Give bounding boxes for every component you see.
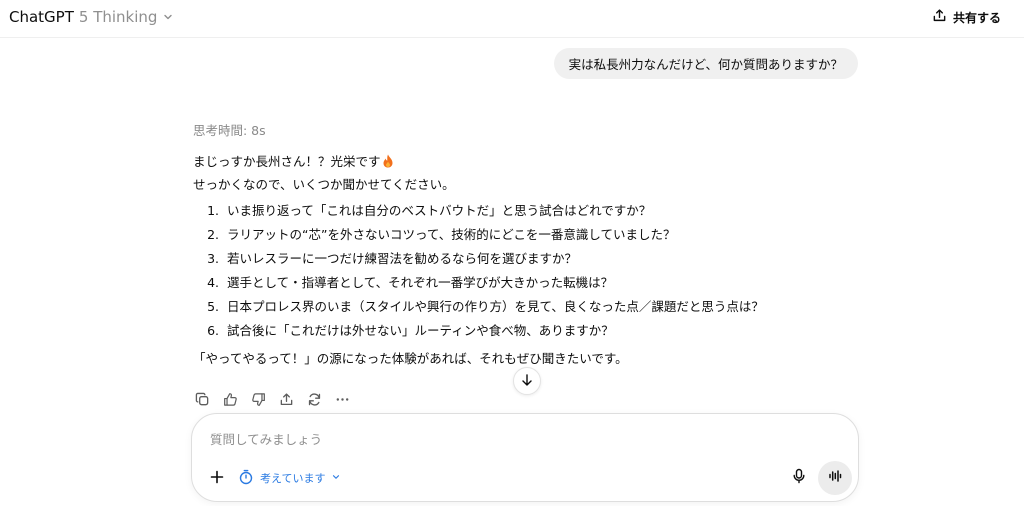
microphone-icon (791, 468, 807, 488)
list-text: 試合後に「これだけは外せない」ルーティンや食べ物、ありますか？ (227, 323, 614, 338)
question-list: 1. いま振り返って「これは自分のベストバウトだ」と思う試合はどれですか？ 2. ラ… (193, 199, 833, 343)
thumbs-up-icon (223, 392, 238, 411)
list-text: 日本プロレス界のいま（スタイルや興行の作り方）を見て、良くなった点／課題だと思う… (227, 299, 764, 314)
user-message-text: 実は私長州力なんだけど、何か質問ありますか？ (568, 57, 843, 72)
thumbs-up-button[interactable] (220, 391, 240, 411)
thinking-time[interactable]: 思考時間: 8s (193, 120, 266, 139)
chevron-down-icon (162, 8, 174, 27)
list-item: 5. 日本プロレス界のいま（スタイルや興行の作り方）を見て、良くなった点／課題だと… (193, 295, 833, 319)
dictation-button[interactable] (788, 467, 810, 489)
thinking-mode-label: 考えています (260, 472, 326, 485)
fire-icon (382, 153, 394, 174)
model-name: 5 Thinking (78, 8, 158, 26)
thinking-mode-button[interactable]: 考えています (238, 467, 341, 489)
list-text: 若いレスラーに一つだけ練習法を勧めるなら何を選びますか？ (227, 251, 578, 266)
add-attachment-button[interactable] (206, 467, 228, 489)
list-item: 2. ラリアットの“芯”を外さないコツって、技術的にどこを一番意識していました？ (193, 223, 833, 247)
top-bar: ChatGPT 5 Thinking 共有する (0, 0, 1024, 38)
thumbs-down-icon (251, 392, 266, 411)
list-number: 4. (207, 275, 219, 290)
list-number: 3. (207, 251, 219, 266)
voice-mode-button[interactable] (818, 461, 852, 495)
message-actions (192, 391, 352, 411)
greeting-line: まじっすか長州さん！？光栄です (193, 151, 833, 174)
share-icon (279, 392, 294, 411)
copy-button[interactable] (192, 391, 212, 411)
more-button[interactable] (332, 391, 352, 411)
chevron-down-icon (331, 472, 341, 485)
brand-name: ChatGPT (9, 8, 74, 26)
closing-line: 「やってやるって！」の源になった体験があれば、それもぜひ聞きたいです。 (193, 351, 628, 366)
plus-icon (210, 469, 224, 488)
arrow-down-icon (520, 372, 534, 391)
greeting-text: まじっすか長州さん！？光栄です (193, 154, 381, 169)
list-number: 6. (207, 323, 219, 338)
list-item: 1. いま振り返って「これは自分のベストバウトだ」と思う試合はどれですか？ (193, 199, 833, 223)
model-switcher[interactable]: ChatGPT 5 Thinking (9, 6, 174, 28)
scroll-down-button[interactable] (513, 367, 541, 395)
waveform-icon (827, 468, 843, 488)
list-item: 6. 試合後に「これだけは外せない」ルーティンや食べ物、ありますか？ (193, 319, 833, 343)
stopwatch-icon (238, 469, 254, 488)
list-text: いま振り返って「これは自分のベストバウトだ」と思う試合はどれですか？ (227, 203, 652, 218)
prompt-input[interactable] (210, 428, 770, 450)
composer: 考えています (191, 413, 859, 502)
list-text: ラリアットの“芯”を外さないコツって、技術的にどこを一番意識していました？ (227, 227, 676, 242)
thumbs-down-button[interactable] (248, 391, 268, 411)
more-icon (335, 392, 350, 411)
intro-line: せっかくなので、いくつか聞かせてください。 (193, 177, 455, 192)
list-number: 1. (207, 203, 219, 218)
upload-icon (932, 8, 947, 26)
assistant-message: まじっすか長州さん！？光栄です せっかくなので、いくつか聞かせてください。 1.… (193, 151, 833, 369)
regenerate-icon (307, 392, 322, 411)
list-number: 2. (207, 227, 219, 242)
list-text: 選手として・指導者として、それぞれ一番学びが大きかった転機は？ (227, 275, 614, 290)
list-item: 3. 若いレスラーに一つだけ練習法を勧めるなら何を選びますか？ (193, 247, 833, 271)
copy-icon (195, 392, 210, 411)
share-message-button[interactable] (276, 391, 296, 411)
list-number: 5. (207, 299, 219, 314)
share-button[interactable]: 共有する (932, 6, 1001, 28)
regenerate-button[interactable] (304, 391, 324, 411)
list-item: 4. 選手として・指導者として、それぞれ一番学びが大きかった転機は？ (193, 271, 833, 295)
user-message-bubble: 実は私長州力なんだけど、何か質問ありますか？ (553, 48, 858, 79)
share-label: 共有する (952, 10, 1001, 25)
